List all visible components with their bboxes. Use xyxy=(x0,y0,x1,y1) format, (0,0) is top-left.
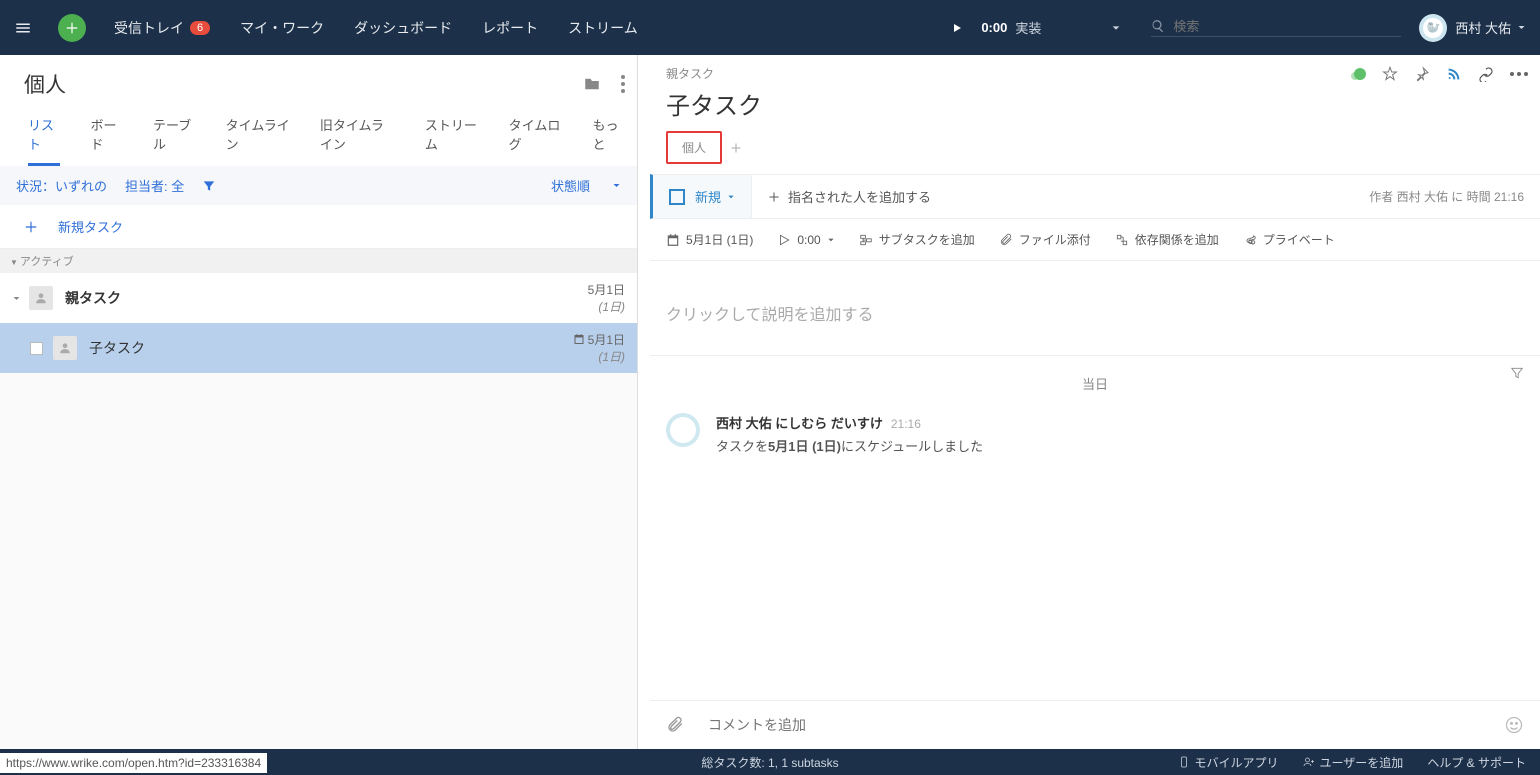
tab-old-timeline[interactable]: 旧タイムライン xyxy=(320,115,395,166)
tab-table[interactable]: テーブル xyxy=(153,115,196,166)
pin-icon[interactable] xyxy=(1414,66,1430,82)
expand-icon[interactable] xyxy=(12,294,21,303)
activity-author: 西村 大佑 にしむら だいすけ xyxy=(716,416,883,431)
chevron-down-icon xyxy=(727,193,735,201)
timer-label[interactable]: 実装 xyxy=(1015,18,1041,37)
status-box-icon xyxy=(669,189,685,205)
add-folder-icon[interactable] xyxy=(730,142,742,154)
footer-add-user[interactable]: ユーザーを追加 xyxy=(1303,754,1404,771)
date-action[interactable]: 5月1日 (1日) xyxy=(666,231,753,248)
task-row-parent[interactable]: 親タスク 5月1日(1日) xyxy=(0,273,637,323)
rss-icon[interactable] xyxy=(1446,66,1462,82)
subtask-icon xyxy=(859,233,873,247)
nav-dashboards[interactable]: ダッシュボード xyxy=(354,18,452,38)
task-title: 親タスク xyxy=(65,288,588,308)
subtask-action[interactable]: サブタスクを追加 xyxy=(859,231,975,248)
activity-avatar xyxy=(666,413,700,447)
paperclip-icon xyxy=(999,233,1013,247)
user-name[interactable]: 西村 大佑 xyxy=(1455,18,1511,37)
description-field[interactable]: クリックして説明を追加する xyxy=(650,261,1540,356)
filter-icon[interactable] xyxy=(202,179,216,193)
today-separator: 当日 xyxy=(650,356,1540,413)
attach-icon[interactable] xyxy=(666,716,684,734)
breadcrumb-parent[interactable]: 親タスク xyxy=(666,65,714,82)
status-dropdown[interactable]: 新規 xyxy=(653,175,752,218)
plus-icon xyxy=(768,191,780,203)
task-menu-icon[interactable] xyxy=(1510,72,1528,76)
emoji-icon[interactable] xyxy=(1504,715,1524,735)
activity-filter-icon[interactable] xyxy=(1510,366,1524,385)
add-user-icon xyxy=(1303,756,1315,768)
filter-status[interactable]: 状況：いずれの xyxy=(16,176,107,195)
play-icon xyxy=(777,233,791,247)
chevron-down-icon xyxy=(827,236,835,244)
activity-description: タスクを5月1日 (1日)にスケジュールしました xyxy=(716,436,983,455)
task-row-child[interactable]: 子タスク 5月1日(1日) xyxy=(0,323,637,373)
timer-value: 0:00 xyxy=(981,20,1007,35)
chevron-down-icon[interactable] xyxy=(1111,23,1121,33)
task-date: 5月1日(1日) xyxy=(588,281,625,315)
folder-menu-icon[interactable] xyxy=(621,75,625,93)
attach-action[interactable]: ファイル添付 xyxy=(999,231,1091,248)
author-info: 作者 西村 大佑 に 時間 21:16 xyxy=(1369,188,1540,205)
tab-list[interactable]: リスト xyxy=(28,115,60,166)
new-button[interactable] xyxy=(58,14,86,42)
nav-inbox[interactable]: 受信トレイ6 xyxy=(114,18,210,38)
assignee-placeholder-icon[interactable] xyxy=(53,336,77,360)
filter-assignee[interactable]: 担当者: 全 xyxy=(125,176,184,195)
presence-indicator-icon xyxy=(1354,68,1366,80)
dependency-action[interactable]: 依存関係を追加 xyxy=(1115,231,1219,248)
sort-dropdown[interactable]: 状態順 xyxy=(551,176,621,195)
task-detail-title[interactable]: 子タスク xyxy=(650,82,1540,131)
folder-icon[interactable] xyxy=(583,75,601,93)
user-avatar[interactable]: 🦭 xyxy=(1419,14,1447,42)
calendar-icon xyxy=(666,233,680,247)
link-icon[interactable] xyxy=(1478,66,1494,82)
task-title: 子タスク xyxy=(89,338,573,358)
footer-help[interactable]: ヘルプ & サポート xyxy=(1427,754,1526,771)
status-url: https://www.wrike.com/open.htm?id=233316… xyxy=(0,753,267,773)
tab-stream[interactable]: ストリーム xyxy=(425,115,479,166)
activity-entry: 西村 大佑 にしむら だいすけ 21:16 タスクを5月1日 (1日)にスケジュー… xyxy=(650,413,1540,455)
share-icon xyxy=(1243,233,1257,247)
mobile-icon xyxy=(1178,756,1190,768)
nav-reports[interactable]: レポート xyxy=(482,18,538,38)
time-action[interactable]: 0:00 xyxy=(777,231,834,248)
menu-icon[interactable] xyxy=(14,19,32,37)
task-date: 5月1日(1日) xyxy=(573,331,625,365)
user-chevron-icon[interactable] xyxy=(1517,23,1526,32)
plus-icon xyxy=(24,220,38,234)
footer-mobile[interactable]: モバイルアプリ xyxy=(1178,754,1279,771)
add-assignee-button[interactable]: 指名された人を追加する xyxy=(752,187,947,206)
task-checkbox[interactable] xyxy=(30,342,43,355)
tab-timelog[interactable]: タイムログ xyxy=(509,115,563,166)
folder-tag[interactable]: 個人 xyxy=(666,131,722,164)
dependency-icon xyxy=(1115,233,1129,247)
assignee-placeholder-icon[interactable] xyxy=(29,286,53,310)
tab-timeline[interactable]: タイムライン xyxy=(226,115,290,166)
group-active[interactable]: アクティブ xyxy=(0,249,637,273)
search-icon xyxy=(1151,19,1165,33)
tab-board[interactable]: ボード xyxy=(90,115,122,166)
tab-more[interactable]: もっと xyxy=(593,115,625,166)
folder-title: 個人 xyxy=(24,69,567,99)
comment-input[interactable] xyxy=(708,717,1504,733)
new-task-button[interactable]: 新規タスク xyxy=(0,205,637,249)
task-stats: 総タスク数: 1, 1 subtasks xyxy=(701,754,838,771)
activity-time: 21:16 xyxy=(891,417,921,431)
inbox-badge: 6 xyxy=(190,21,210,35)
share-action[interactable]: プライベート xyxy=(1243,231,1335,248)
timer-play-icon[interactable] xyxy=(951,22,963,34)
search-input[interactable] xyxy=(1151,19,1401,37)
nav-stream[interactable]: ストリーム xyxy=(568,18,638,38)
nav-mywork[interactable]: マイ・ワーク xyxy=(240,18,324,38)
star-icon[interactable] xyxy=(1382,66,1398,82)
